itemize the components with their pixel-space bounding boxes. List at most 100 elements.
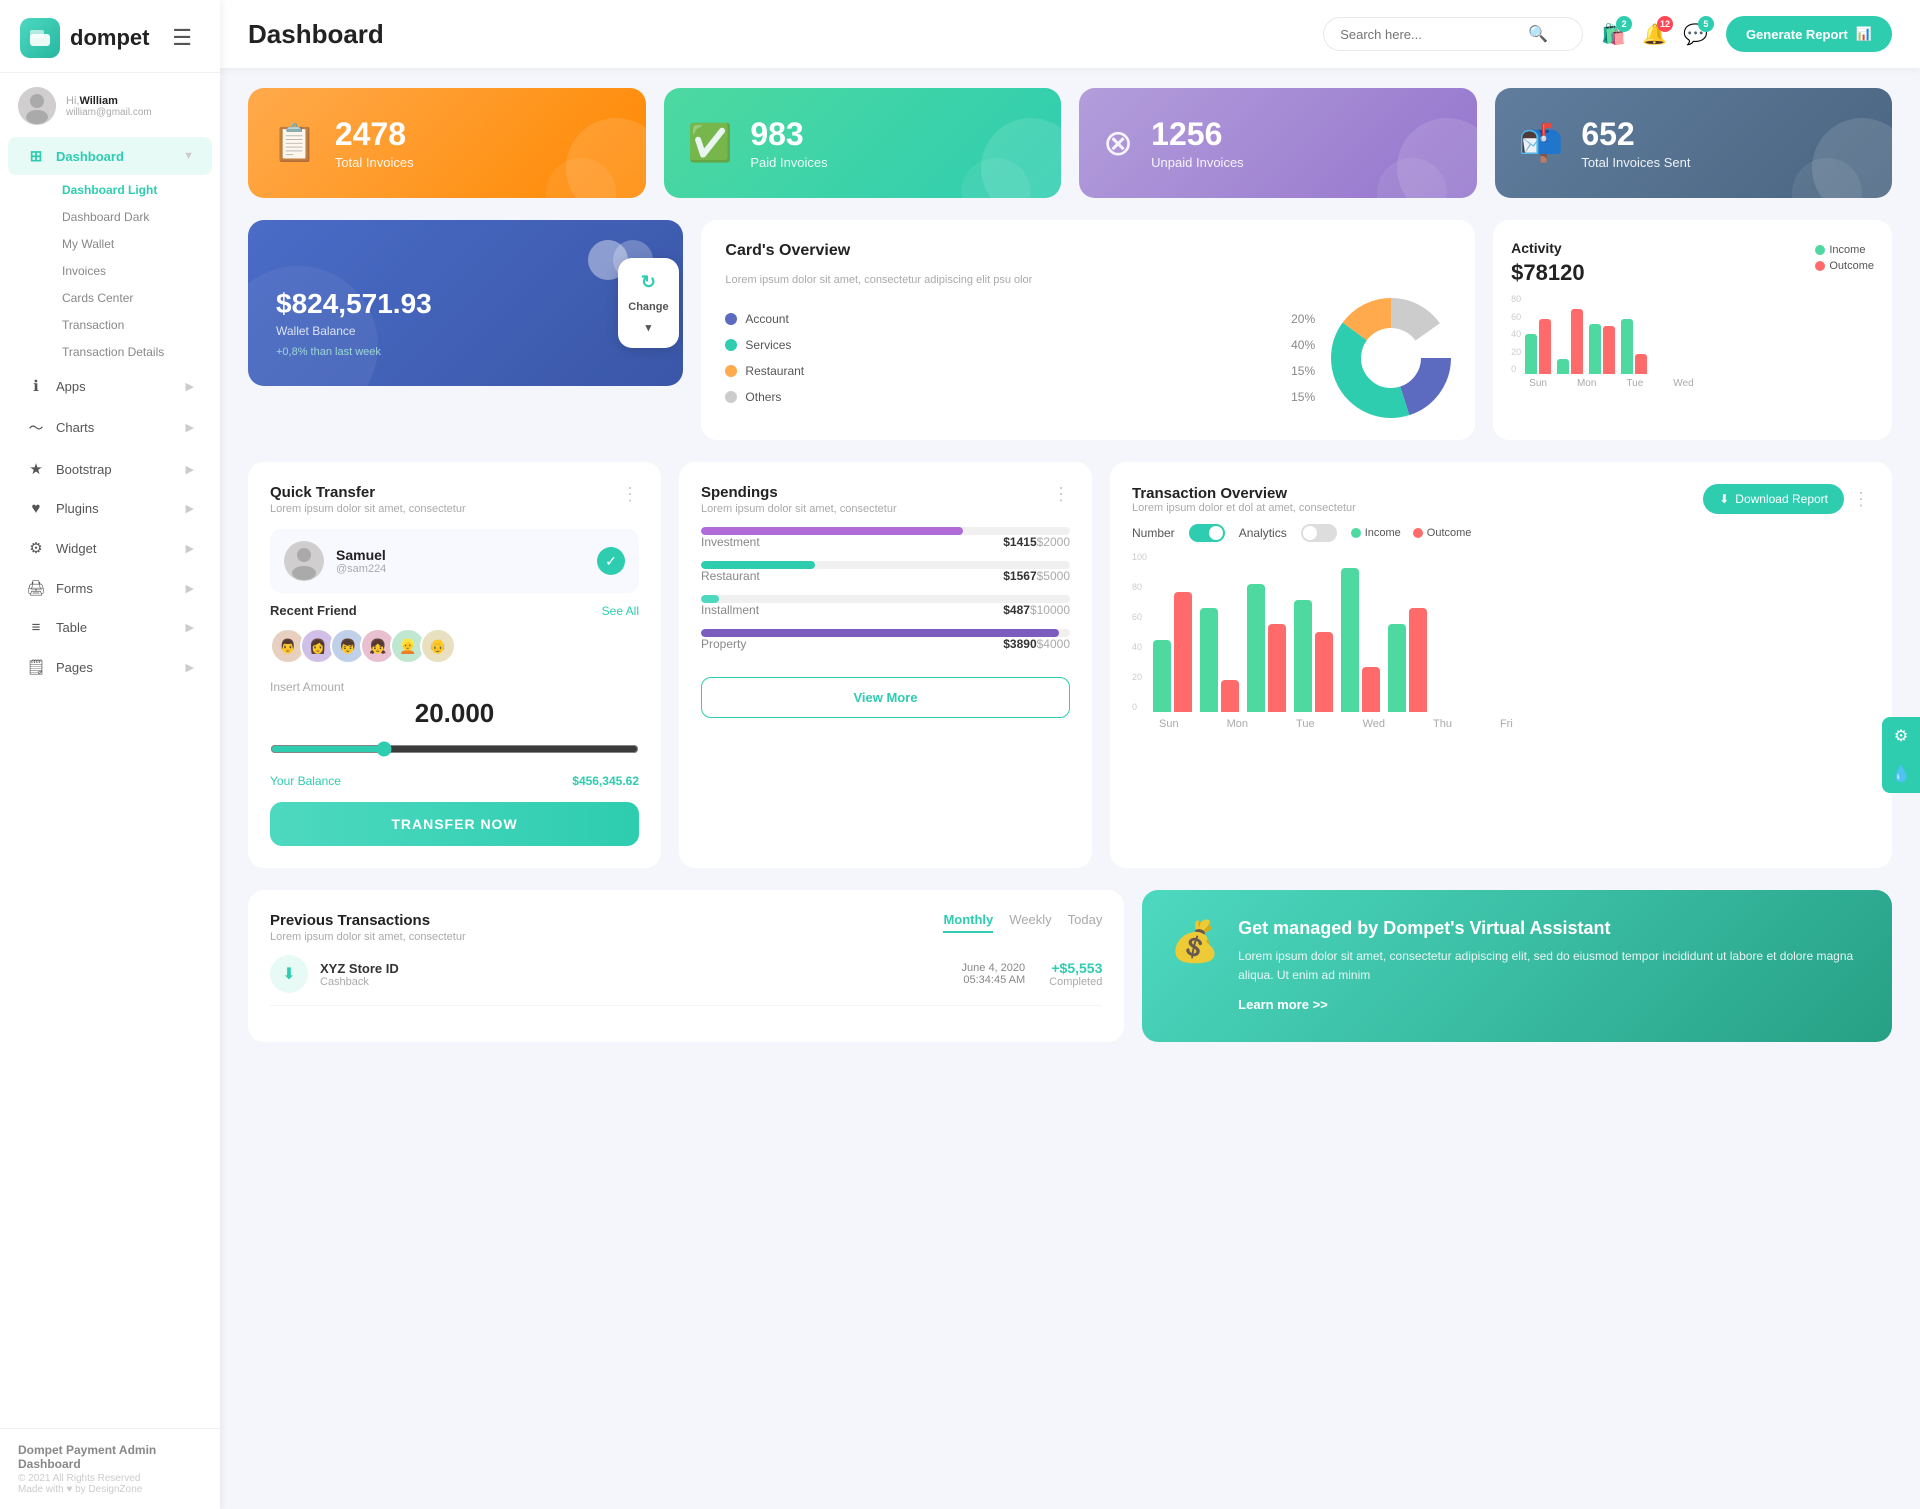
see-all-link[interactable]: See All	[602, 604, 639, 618]
sidebar-item-plugins[interactable]: ♥ Plugins ▶	[8, 490, 212, 527]
spendings-more-icon[interactable]: ⋮	[1052, 484, 1070, 505]
spendings-card: Spendings Lorem ipsum dolor sit amet, co…	[679, 462, 1092, 868]
friend-avatar-6[interactable]: 👴	[420, 628, 456, 664]
sidebar-label-table: Table	[56, 620, 87, 635]
tx-date: June 4, 2020	[962, 962, 1026, 974]
bar-lg-wed-outcome	[1315, 632, 1333, 712]
tx-status: Completed	[1049, 976, 1102, 988]
bar-wed-outcome	[1635, 354, 1647, 374]
amount-slider[interactable]	[270, 741, 639, 757]
transfer-user-name: Samuel	[336, 547, 386, 563]
overview-item-restaurant: Restaurant 15%	[725, 358, 1315, 384]
download-icon: ⬇	[1719, 492, 1729, 506]
bar-lg-mon-income	[1200, 608, 1218, 712]
table-icon: ≡	[26, 619, 46, 636]
header: Dashboard 🔍 🛍️ 2 🔔 12 💬 5 Generate Repor…	[220, 0, 1920, 68]
sidebar-footer: Dompet Payment Admin Dashboard © 2021 Al…	[0, 1428, 220, 1509]
total-invoices-icon: 📋	[272, 122, 317, 164]
sidebar-sub-invoices[interactable]: Invoices	[54, 258, 212, 284]
spending-installment: Installment $487$10000	[701, 595, 1070, 617]
va-learn-more-link[interactable]: Learn more >>	[1238, 997, 1328, 1012]
hamburger-menu[interactable]: ☰	[164, 25, 200, 51]
sidebar-sub-cards-center[interactable]: Cards Center	[54, 285, 212, 311]
dashboard-icon: ⊞	[26, 147, 46, 165]
number-toggle[interactable]	[1189, 524, 1225, 542]
analytics-toggle[interactable]	[1301, 524, 1337, 542]
more-options-icon[interactable]: ⋮	[621, 484, 639, 505]
sidebar-logo: dompet ☰	[0, 0, 220, 73]
bar-sun-outcome	[1539, 319, 1551, 374]
sidebar-sub-transaction[interactable]: Transaction	[54, 312, 212, 338]
sidebar-user: Hi,William william@gmail.com	[0, 73, 220, 135]
outcome-label: Outcome	[1829, 260, 1874, 272]
sent-invoices-number: 652	[1581, 116, 1690, 153]
tov-subtitle: Lorem ipsum dolor et dol at amet, consec…	[1132, 502, 1356, 514]
pie-chart	[1331, 298, 1451, 418]
tab-monthly[interactable]: Monthly	[943, 912, 993, 933]
bottom-row-1: Quick Transfer Lorem ipsum dolor sit ame…	[248, 462, 1892, 868]
sidebar-item-pages[interactable]: 🗒 Pages ▶	[8, 648, 212, 686]
sidebar-item-apps[interactable]: ℹ Apps ▶	[8, 367, 212, 405]
sidebar-submenu-dashboard: Dashboard Light Dashboard Dark My Wallet…	[0, 177, 220, 365]
sidebar-label-bootstrap: Bootstrap	[56, 462, 112, 477]
shopping-notification[interactable]: 🛍️ 2	[1601, 22, 1626, 47]
bar-lg-thu-outcome	[1362, 667, 1380, 712]
avatar	[18, 87, 56, 125]
content-area: 📋 2478 Total Invoices ✅ 983 Paid Invoice…	[220, 68, 1920, 1509]
stat-cards-row: 📋 2478 Total Invoices ✅ 983 Paid Invoice…	[248, 88, 1892, 198]
transfer-now-button[interactable]: TRANSFER NOW	[270, 802, 639, 846]
tab-today[interactable]: Today	[1068, 912, 1103, 933]
change-button[interactable]: ↻ Change ▾	[618, 258, 678, 348]
search-input[interactable]	[1340, 27, 1520, 42]
charts-icon: 〜	[26, 417, 46, 438]
restaurant-label: Restaurant	[701, 569, 760, 583]
sidebar-sub-transaction-details[interactable]: Transaction Details	[54, 339, 212, 365]
x-axis-labels: SunMonTueWed	[1525, 378, 1874, 389]
sidebar-item-widget[interactable]: ⚙ Widget ▶	[8, 529, 212, 567]
sidebar-item-bootstrap[interactable]: ★ Bootstrap ▶	[8, 450, 212, 488]
user-greeting: Hi,William	[66, 95, 152, 107]
virtual-assistant-card: 💰 Get managed by Dompet's Virtual Assist…	[1142, 890, 1892, 1042]
generate-report-button[interactable]: Generate Report 📊	[1726, 16, 1892, 52]
message-notification[interactable]: 💬 5	[1683, 22, 1708, 47]
services-label: Services	[745, 338, 791, 352]
forms-icon: 🖨	[26, 579, 46, 597]
account-pct: 20%	[1291, 312, 1315, 326]
sent-invoices-icon: 📬	[1519, 122, 1564, 164]
change-label: Change	[628, 301, 668, 313]
search-bar: 🔍	[1323, 17, 1583, 51]
unpaid-invoices-icon: ⊗	[1103, 122, 1133, 164]
theme-float-button[interactable]: 💧	[1882, 755, 1920, 793]
previous-transactions-card: Previous Transactions Lorem ipsum dolor …	[248, 890, 1124, 1042]
activity-bar-chart	[1525, 294, 1874, 374]
sidebar-item-dashboard[interactable]: ⊞ Dashboard ▼	[8, 137, 212, 175]
bell-notification[interactable]: 🔔 12	[1642, 22, 1667, 47]
sidebar-sub-my-wallet[interactable]: My Wallet	[54, 231, 212, 257]
transaction-overview-card: Transaction Overview Lorem ipsum dolor e…	[1110, 462, 1892, 868]
sidebar-sub-dashboard-light[interactable]: Dashboard Light	[54, 177, 212, 203]
paid-invoices-number: 983	[750, 116, 827, 153]
quick-transfer-subtitle: Lorem ipsum dolor sit amet, consectetur	[270, 503, 466, 515]
tov-more-icon[interactable]: ⋮	[1852, 489, 1870, 510]
sidebar-item-table[interactable]: ≡ Table ▶	[8, 609, 212, 646]
toggle-number-label: Number	[1132, 526, 1175, 540]
chevron-right-icon: ▶	[186, 380, 194, 393]
footer-brand: Dompet Payment Admin Dashboard	[18, 1443, 202, 1471]
sidebar-sub-dashboard-dark[interactable]: Dashboard Dark	[54, 204, 212, 230]
property-amount: $3890$4000	[1003, 637, 1070, 651]
sidebar-item-charts[interactable]: 〜 Charts ▶	[8, 407, 212, 448]
tab-weekly[interactable]: Weekly	[1009, 912, 1051, 933]
wallet-change: +0,8% than last week	[276, 346, 655, 358]
view-more-button[interactable]: View More	[701, 677, 1070, 718]
chevron-right-icon: ▶	[186, 502, 194, 515]
chevron-down-icon: ▼	[183, 150, 194, 162]
sidebar-item-forms[interactable]: 🖨 Forms ▶	[8, 569, 212, 607]
income-legend: Income	[1815, 244, 1874, 256]
download-report-button[interactable]: ⬇ Download Report	[1703, 484, 1844, 514]
tov-title: Transaction Overview	[1132, 485, 1356, 502]
settings-icon: ⚙	[1894, 726, 1908, 746]
pt-subtitle: Lorem ipsum dolor sit amet, consectetur	[270, 931, 466, 943]
outcome-legend: Outcome	[1815, 260, 1874, 272]
mid-row: $824,571.93 Wallet Balance +0,8% than la…	[248, 220, 1892, 440]
settings-float-button[interactable]: ⚙	[1882, 717, 1920, 755]
